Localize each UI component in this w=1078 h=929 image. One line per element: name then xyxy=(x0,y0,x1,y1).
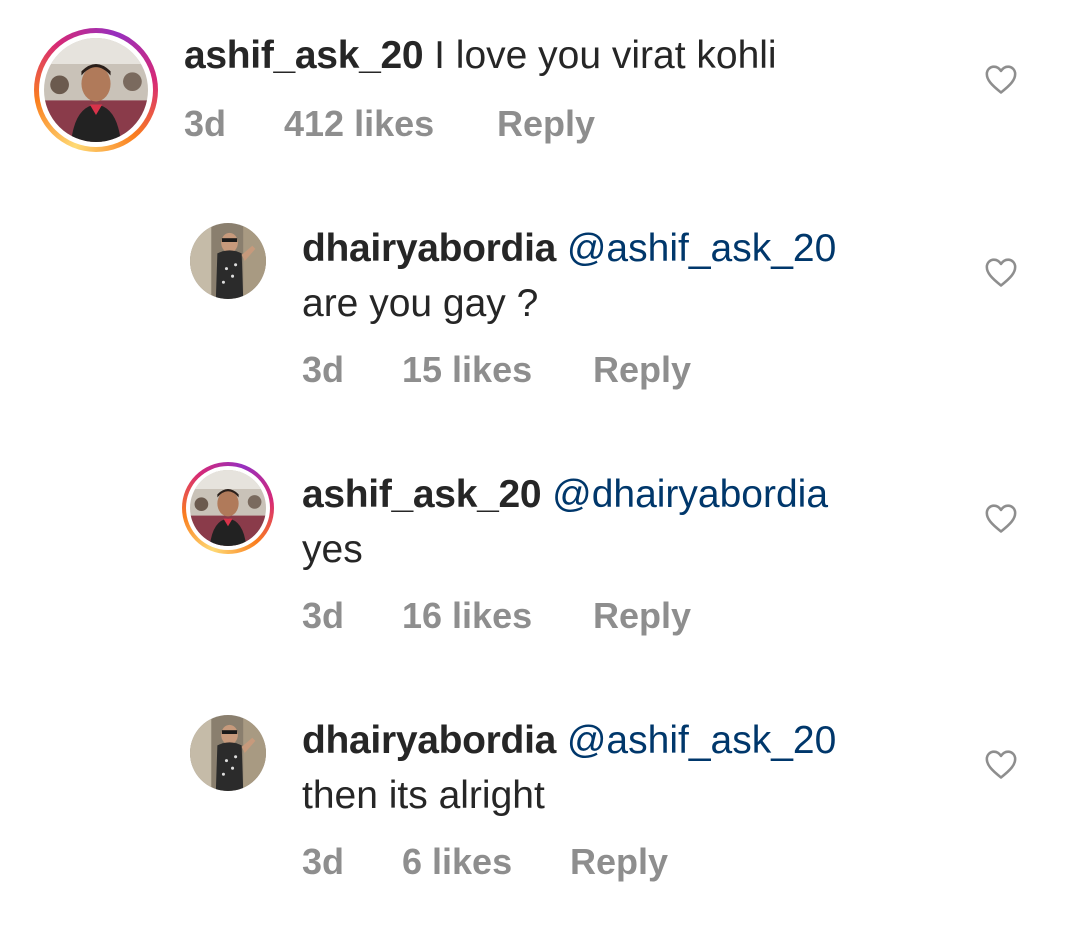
comment-username[interactable]: ashif_ask_20 xyxy=(184,34,424,77)
reply-button[interactable]: Reply xyxy=(593,595,691,637)
comment-text: yes xyxy=(302,528,363,571)
heart-outline-icon[interactable] xyxy=(984,63,1018,95)
comment-mention[interactable]: @ashif_ask_20 xyxy=(567,227,836,270)
comment-likes[interactable]: 6 likes xyxy=(402,841,512,883)
comment-item: ashif_ask_20 I love you virat kohli 3d 4… xyxy=(0,0,1078,170)
comment-likes[interactable]: 15 likes xyxy=(402,349,532,391)
comment-likes[interactable]: 16 likes xyxy=(402,595,532,637)
comment-body: ashif_ask_20 @dhairyabordia xyxy=(302,472,828,518)
heart-outline-icon[interactable] xyxy=(984,502,1018,534)
comment-text: I love you virat kohli xyxy=(434,34,777,77)
comment-time: 3d xyxy=(302,349,345,390)
ashif-avatar-image xyxy=(44,38,148,142)
comment-text: are you gay ? xyxy=(302,282,539,325)
avatar[interactable] xyxy=(34,28,158,152)
comment-body: ashif_ask_20 I love you virat kohli xyxy=(184,33,777,79)
avatar[interactable] xyxy=(190,715,266,791)
comment-username[interactable]: ashif_ask_20 xyxy=(302,473,542,516)
comment-mention[interactable]: @dhairyabordia xyxy=(552,473,828,516)
comment-mention[interactable]: @ashif_ask_20 xyxy=(567,719,836,762)
reply-button[interactable]: Reply xyxy=(570,841,668,883)
ashif-avatar-image xyxy=(190,470,266,546)
avatar[interactable] xyxy=(182,462,274,554)
heart-outline-icon[interactable] xyxy=(984,256,1018,288)
comment-time: 3d xyxy=(302,841,345,882)
reply-button[interactable]: Reply xyxy=(593,349,691,391)
avatar[interactable] xyxy=(190,223,266,299)
comment-likes[interactable]: 412 likes xyxy=(284,103,434,145)
comment-time: 3d xyxy=(184,103,227,144)
comment-body: dhairyabordia @ashif_ask_20 xyxy=(302,226,836,272)
reply-item: dhairyabordia @ashif_ask_20 then its alr… xyxy=(0,702,1078,902)
comment-text: then its alright xyxy=(302,774,545,817)
reply-item: dhairyabordia @ashif_ask_20 are you gay … xyxy=(0,210,1078,410)
comment-body: dhairyabordia @ashif_ask_20 xyxy=(302,718,836,764)
dhairya-avatar-image xyxy=(190,715,266,791)
comment-username[interactable]: dhairyabordia xyxy=(302,719,556,762)
reply-item: ashif_ask_20 @dhairyabordia yes 3d 16 li… xyxy=(0,456,1078,656)
reply-button[interactable]: Reply xyxy=(497,103,595,145)
dhairya-avatar-image xyxy=(190,223,266,299)
comment-time: 3d xyxy=(302,595,345,636)
comment-username[interactable]: dhairyabordia xyxy=(302,227,556,270)
heart-outline-icon[interactable] xyxy=(984,748,1018,780)
